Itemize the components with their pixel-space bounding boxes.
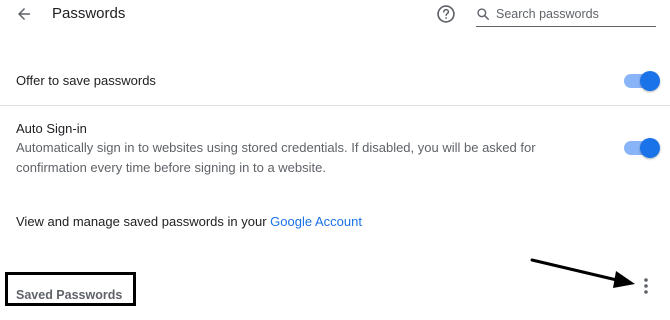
help-button[interactable] [435, 3, 457, 25]
back-button[interactable] [12, 2, 36, 26]
offer-to-save-label: Offer to save passwords [16, 73, 156, 88]
annotation-arrow [530, 258, 635, 288]
help-circle-icon [437, 5, 455, 23]
auto-signin-toggle[interactable] [624, 138, 660, 158]
more-actions-button[interactable] [636, 276, 656, 296]
offer-to-save-toggle[interactable] [624, 71, 660, 91]
search-input[interactable] [496, 7, 652, 21]
search-icon[interactable] [476, 7, 490, 21]
auto-signin-description: Automatically sign in to websites using … [16, 140, 536, 175]
toggle-knob [640, 138, 660, 158]
arrow-back-icon [18, 8, 30, 20]
page-header: Passwords [0, 0, 670, 30]
page-title: Passwords [52, 5, 126, 22]
google-account-link[interactable]: Google Account [270, 214, 362, 229]
search-box [476, 2, 656, 27]
passwords-settings-page: Passwords Offer to save passwords Auto S… [0, 0, 670, 320]
more-vert-icon [644, 278, 648, 294]
auto-signin-title: Auto Sign-in [16, 121, 87, 136]
toggle-knob [640, 71, 660, 91]
saved-passwords-heading: Saved Passwords [16, 288, 123, 302]
divider [0, 105, 670, 106]
manage-passwords-prefix: View and manage saved passwords in your [16, 214, 271, 229]
manage-passwords-text: View and manage saved passwords in your … [16, 214, 362, 229]
